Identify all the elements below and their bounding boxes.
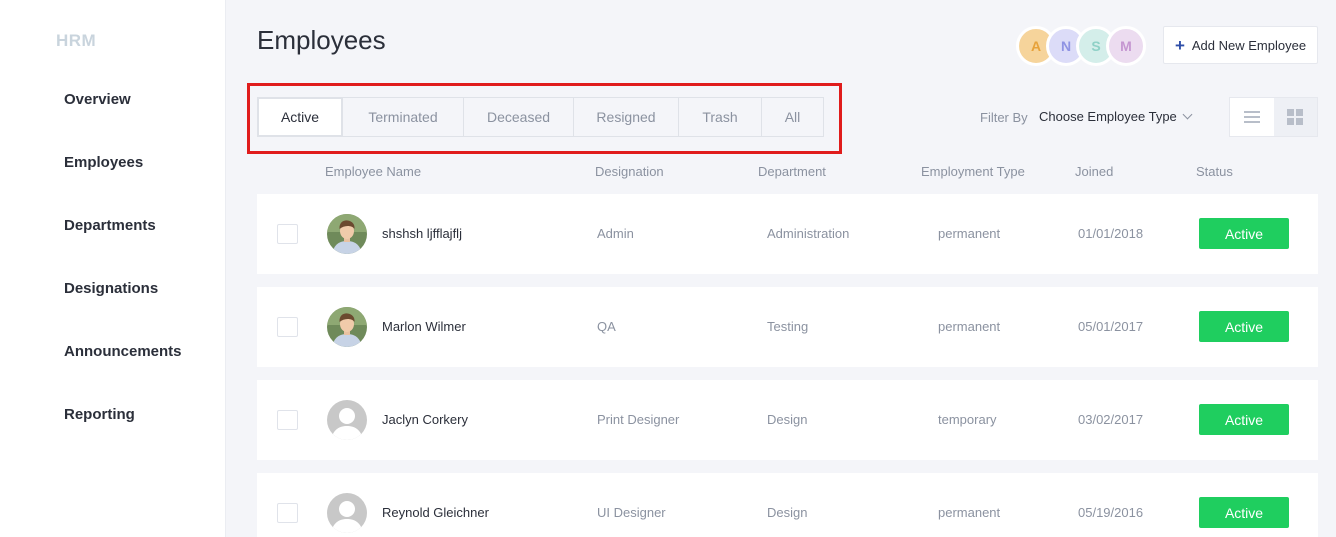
employment-type: permanent	[938, 319, 1001, 334]
sidebar-item-employees[interactable]: Employees	[64, 153, 182, 216]
sidebar-item-reporting[interactable]: Reporting	[64, 405, 182, 468]
status-badge[interactable]: Active	[1199, 497, 1289, 528]
status-badge[interactable]: Active	[1199, 404, 1289, 435]
add-new-employee-button[interactable]: + Add New Employee	[1163, 26, 1318, 64]
list-view-icon	[1243, 111, 1260, 123]
grid-view-icon	[1287, 109, 1304, 125]
filter-label: Filter By	[980, 110, 1028, 125]
avatar	[327, 214, 367, 254]
joined-date: 05/19/2016	[1078, 505, 1144, 520]
row-checkbox[interactable]	[277, 410, 298, 430]
employment-type: permanent	[938, 226, 1001, 241]
employment-type: permanent	[938, 505, 1001, 520]
grid-view-button[interactable]	[1273, 98, 1317, 136]
employee-designation: QA	[597, 319, 616, 334]
tab-resigned[interactable]: Resigned	[574, 98, 679, 136]
column-header-status[interactable]: Status	[1196, 164, 1233, 179]
tab-deceased[interactable]: Deceased	[464, 98, 574, 136]
column-header-employee-name[interactable]: Employee Name	[325, 164, 421, 179]
employee-department: Administration	[767, 226, 850, 241]
list-view-button[interactable]	[1230, 98, 1274, 136]
employee-department: Design	[767, 412, 808, 427]
employee-name[interactable]: shshsh ljfflajflj	[382, 226, 462, 241]
employee-designation: UI Designer	[597, 505, 666, 520]
sidebar-nav: Overview Employees Departments Designati…	[64, 90, 182, 468]
team-avatars: A N S M	[1016, 26, 1148, 66]
status-badge[interactable]: Active	[1199, 311, 1289, 342]
employee-name[interactable]: Marlon Wilmer	[382, 319, 466, 334]
employee-department: Design	[767, 505, 808, 520]
column-header-employment-type[interactable]: Employment Type	[921, 164, 1025, 179]
tab-active[interactable]: Active	[257, 97, 343, 137]
sidebar: HRM Overview Employees Departments Desig…	[0, 0, 226, 537]
sidebar-item-announcements[interactable]: Announcements	[64, 342, 182, 405]
page-title: Employees	[257, 25, 386, 55]
brand-logo: HRM	[56, 31, 97, 50]
joined-date: 03/02/2017	[1078, 412, 1144, 427]
row-checkbox[interactable]	[277, 224, 298, 244]
tab-trash[interactable]: Trash	[679, 98, 762, 136]
row-checkbox[interactable]	[277, 503, 298, 523]
table-row[interactable]: Reynold Gleichner UI Designer Design per…	[257, 473, 1318, 537]
column-header-designation[interactable]: Designation	[595, 164, 664, 179]
joined-date: 01/01/2018	[1078, 226, 1144, 241]
employee-department: Testing	[767, 319, 809, 334]
tab-terminated[interactable]: Terminated	[343, 98, 464, 136]
status-badge[interactable]: Active	[1199, 218, 1289, 249]
column-header-department[interactable]: Department	[758, 164, 826, 179]
employee-name[interactable]: Jaclyn Corkery	[382, 412, 468, 427]
joined-date: 05/01/2017	[1078, 319, 1144, 334]
row-checkbox[interactable]	[277, 317, 298, 337]
table-row[interactable]: shshsh ljfflajflj Admin Administration p…	[257, 194, 1318, 274]
sidebar-item-designations[interactable]: Designations	[64, 279, 182, 342]
employment-type: temporary	[938, 412, 997, 427]
view-toggle	[1229, 97, 1318, 137]
status-tabs: Active Terminated Deceased Resigned Tras…	[257, 97, 824, 137]
avatar[interactable]: M	[1106, 26, 1146, 66]
plus-icon: +	[1174, 35, 1185, 55]
employee-type-value: Choose Employee Type	[1039, 109, 1177, 124]
table-row[interactable]: Jaclyn Corkery Print Designer Design tem…	[257, 380, 1318, 460]
employee-designation: Print Designer	[597, 412, 680, 427]
tab-all[interactable]: All	[762, 98, 823, 136]
column-header-joined[interactable]: Joined	[1075, 164, 1113, 179]
add-new-employee-label: Add New Employee	[1191, 37, 1307, 53]
avatar	[327, 307, 367, 347]
sidebar-item-departments[interactable]: Departments	[64, 216, 182, 279]
employee-designation: Admin	[597, 226, 634, 241]
avatar	[327, 400, 367, 440]
chevron-down-icon	[1182, 109, 1193, 120]
employee-name[interactable]: Reynold Gleichner	[382, 505, 489, 520]
avatar	[327, 493, 367, 533]
table-row[interactable]: Marlon Wilmer QA Testing permanent 05/01…	[257, 287, 1318, 367]
sidebar-item-overview[interactable]: Overview	[64, 90, 182, 153]
employee-type-dropdown[interactable]: Choose Employee Type	[1039, 109, 1193, 124]
